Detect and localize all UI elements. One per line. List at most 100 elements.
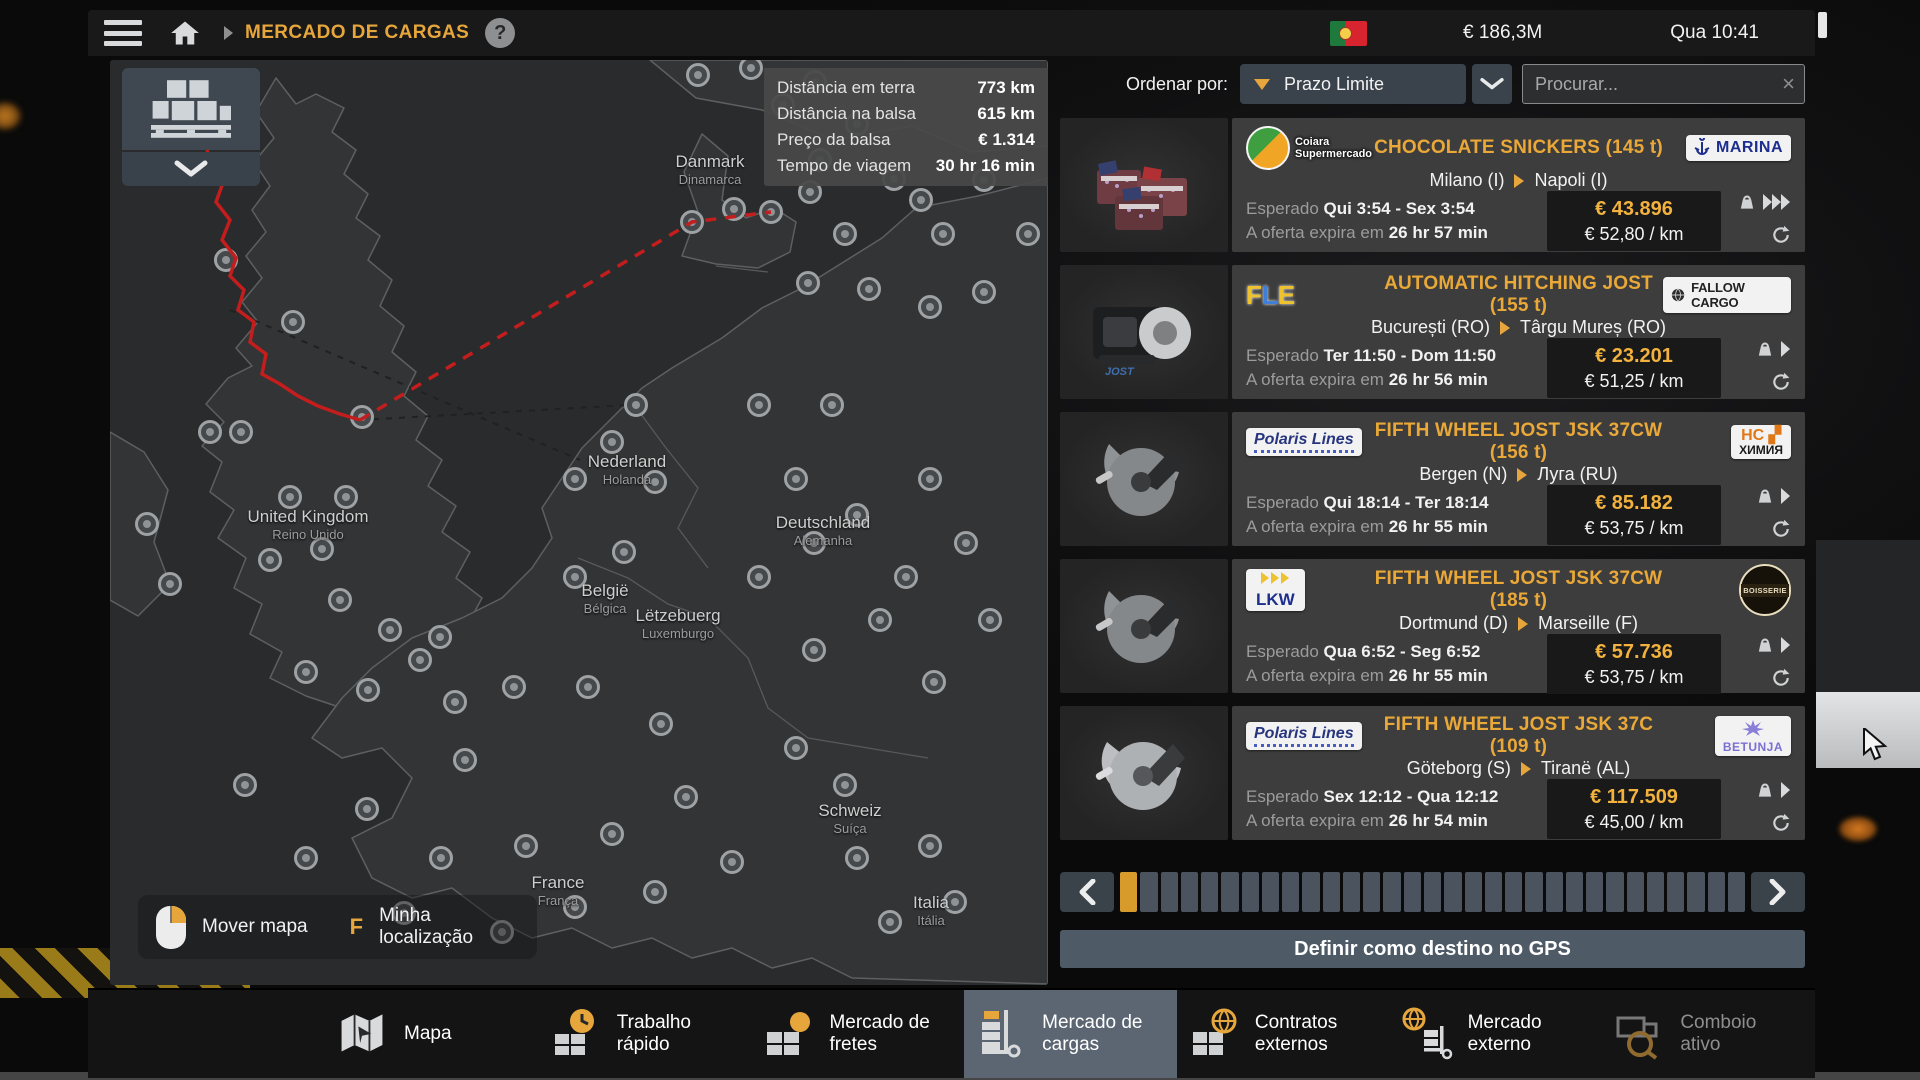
- page-tick[interactable]: [1282, 872, 1299, 912]
- shipper-logo: Polaris Lines: [1246, 428, 1374, 456]
- breadcrumb-arrow-icon: [224, 26, 233, 40]
- set-gps-destination-button[interactable]: Definir como destino no GPS: [1060, 930, 1805, 968]
- cargo-offer-card[interactable]: CoiaraSupermercado CHOCOLATE SNICKERS (1…: [1060, 118, 1805, 252]
- receiver-logo: FALLOW CARGO: [1663, 277, 1791, 313]
- return-trip-icon: [1771, 668, 1791, 693]
- external-contracts-icon: [1185, 1004, 1241, 1065]
- origin-city: Dortmund (D): [1399, 613, 1508, 634]
- quick-job-icon: [547, 1004, 603, 1065]
- help-button[interactable]: ?: [485, 18, 515, 48]
- route-info-box: Distância em terra773 kmDistância na bal…: [764, 68, 1048, 186]
- offer-price: € 85.182: [1555, 490, 1713, 516]
- page-tick[interactable]: [1363, 872, 1380, 912]
- delivery-speed-icon: [1779, 487, 1791, 510]
- route-map[interactable]: [110, 60, 1048, 985]
- origin-city: Milano (I): [1429, 170, 1504, 191]
- player-money: € 186,3M: [1463, 22, 1542, 44]
- page-tick[interactable]: [1505, 872, 1522, 912]
- sort-dropdown[interactable]: Prazo Limite: [1240, 64, 1466, 104]
- nav-tab-mapa[interactable]: Mapa: [326, 990, 539, 1078]
- page-tick[interactable]: [1201, 872, 1218, 912]
- collapse-map-button[interactable]: [122, 152, 260, 186]
- page-tick[interactable]: [1181, 872, 1198, 912]
- receiver-logo: BOISSERIE: [1663, 564, 1791, 616]
- page-tick[interactable]: [1667, 872, 1684, 912]
- my-location-label[interactable]: Minha localização: [379, 905, 511, 949]
- cargo-offer-card[interactable]: LKW FIFTH WHEEL JOST JSK 37CW (185 t) BO…: [1060, 559, 1805, 693]
- sort-by-label: Ordenar por:: [1060, 74, 1228, 95]
- page-tick[interactable]: [1728, 872, 1745, 912]
- nav-tab-contratos-externos[interactable]: Contratos externos: [1177, 990, 1390, 1078]
- sort-search-row: Ordenar por: Prazo Limite ×: [1060, 64, 1805, 104]
- page-tick[interactable]: [1323, 872, 1340, 912]
- cargo-offer-body: LKW FIFTH WHEEL JOST JSK 37CW (185 t) BO…: [1232, 559, 1805, 693]
- destination-city: Napoli (I): [1534, 170, 1607, 191]
- page-tick[interactable]: [1262, 872, 1279, 912]
- sort-order-icon: [1254, 79, 1270, 90]
- nav-tab-mercado-externo[interactable]: Mercado externo: [1390, 990, 1603, 1078]
- move-map-label: Mover mapa: [202, 916, 308, 938]
- nav-tab-trabalho-r-pido[interactable]: Trabalho rápido: [539, 990, 752, 1078]
- offer-expiry: 26 hr 57 min: [1389, 223, 1488, 242]
- cargo-attribute-icons: [1721, 486, 1791, 544]
- page-tick[interactable]: [1546, 872, 1563, 912]
- sort-dropdown-expand-button[interactable]: [1472, 64, 1512, 104]
- page-tick[interactable]: [1465, 872, 1482, 912]
- page-tick[interactable]: [1343, 872, 1360, 912]
- home-button[interactable]: [168, 18, 202, 48]
- page-tick[interactable]: [1161, 872, 1178, 912]
- page-tick[interactable]: [1444, 872, 1461, 912]
- page-tick[interactable]: [1383, 872, 1400, 912]
- cargo-weight-icon: [1755, 339, 1775, 364]
- page-tick[interactable]: [1404, 872, 1421, 912]
- page-tick[interactable]: [1485, 872, 1502, 912]
- route-arrow-icon: [1521, 762, 1531, 776]
- prev-page-button[interactable]: [1060, 872, 1114, 912]
- page-tick[interactable]: [1708, 872, 1725, 912]
- expected-window: Qua 6:52 - Seg 6:52: [1324, 642, 1481, 661]
- cargo-view-button[interactable]: [122, 68, 260, 150]
- search-input[interactable]: [1522, 64, 1805, 104]
- next-page-button[interactable]: [1751, 872, 1805, 912]
- convoy-icon: [1610, 1004, 1666, 1065]
- page-tick[interactable]: [1566, 872, 1583, 912]
- page-tick[interactable]: [1687, 872, 1704, 912]
- page-tick[interactable]: [1525, 872, 1542, 912]
- price-box: € 43.896 € 52,80 / km: [1547, 191, 1721, 251]
- top-bar: MERCADO DE CARGAS ? € 186,3M Qua 10:41: [88, 10, 1815, 56]
- menu-icon[interactable]: [104, 20, 142, 46]
- search-box: ×: [1522, 64, 1805, 104]
- page-tick-active[interactable]: [1120, 872, 1137, 912]
- price-per-km: € 52,80 / km: [1555, 222, 1713, 246]
- cargo-offer-card[interactable]: Polaris Lines FIFTH WHEEL JOST JSK 37CW …: [1060, 412, 1805, 546]
- scrollbar-thumb[interactable]: [1818, 12, 1827, 38]
- external-market-icon: [1398, 1004, 1454, 1065]
- nav-tab-mercado-de-cargas[interactable]: Mercado de cargas: [964, 990, 1177, 1078]
- page-tick[interactable]: [1647, 872, 1664, 912]
- page-tick[interactable]: [1627, 872, 1644, 912]
- expected-window: Sex 12:12 - Qua 12:12: [1324, 787, 1499, 806]
- cargo-thumbnail: [1060, 412, 1228, 546]
- page-tick[interactable]: [1606, 872, 1623, 912]
- page-tick[interactable]: [1586, 872, 1603, 912]
- expected-window: Qui 18:14 - Ter 18:14: [1324, 493, 1489, 512]
- clear-search-icon[interactable]: ×: [1782, 71, 1795, 97]
- page-tick[interactable]: [1221, 872, 1238, 912]
- map-panel: DanmarkDinamarcaNederlandHolandaUnited K…: [110, 60, 1048, 985]
- destination-city: Târgu Mureș (RO): [1520, 317, 1666, 338]
- return-trip-icon: [1771, 813, 1791, 838]
- route-arrow-icon: [1500, 321, 1510, 335]
- nav-tab-mercado-de-fretes[interactable]: Mercado de fretes: [751, 990, 964, 1078]
- cargo-attribute-icons: [1721, 192, 1791, 250]
- return-trip-icon: [1771, 519, 1791, 544]
- cargo-offer-card[interactable]: Polaris Lines FIFTH WHEEL JOST JSK 37C (…: [1060, 706, 1805, 840]
- page-tick[interactable]: [1140, 872, 1157, 912]
- price-per-km: € 51,25 / km: [1555, 369, 1713, 393]
- price-box: € 117.509 € 45,00 / km: [1547, 779, 1721, 839]
- shipper-logo: FLE: [1246, 280, 1374, 311]
- nav-tab-label: Comboio ativo: [1680, 1012, 1796, 1056]
- page-tick[interactable]: [1242, 872, 1259, 912]
- page-tick[interactable]: [1424, 872, 1441, 912]
- page-tick[interactable]: [1302, 872, 1319, 912]
- cargo-offer-card[interactable]: JOST FLE AUTOMATIC HITCHING JOST (155 t)…: [1060, 265, 1805, 399]
